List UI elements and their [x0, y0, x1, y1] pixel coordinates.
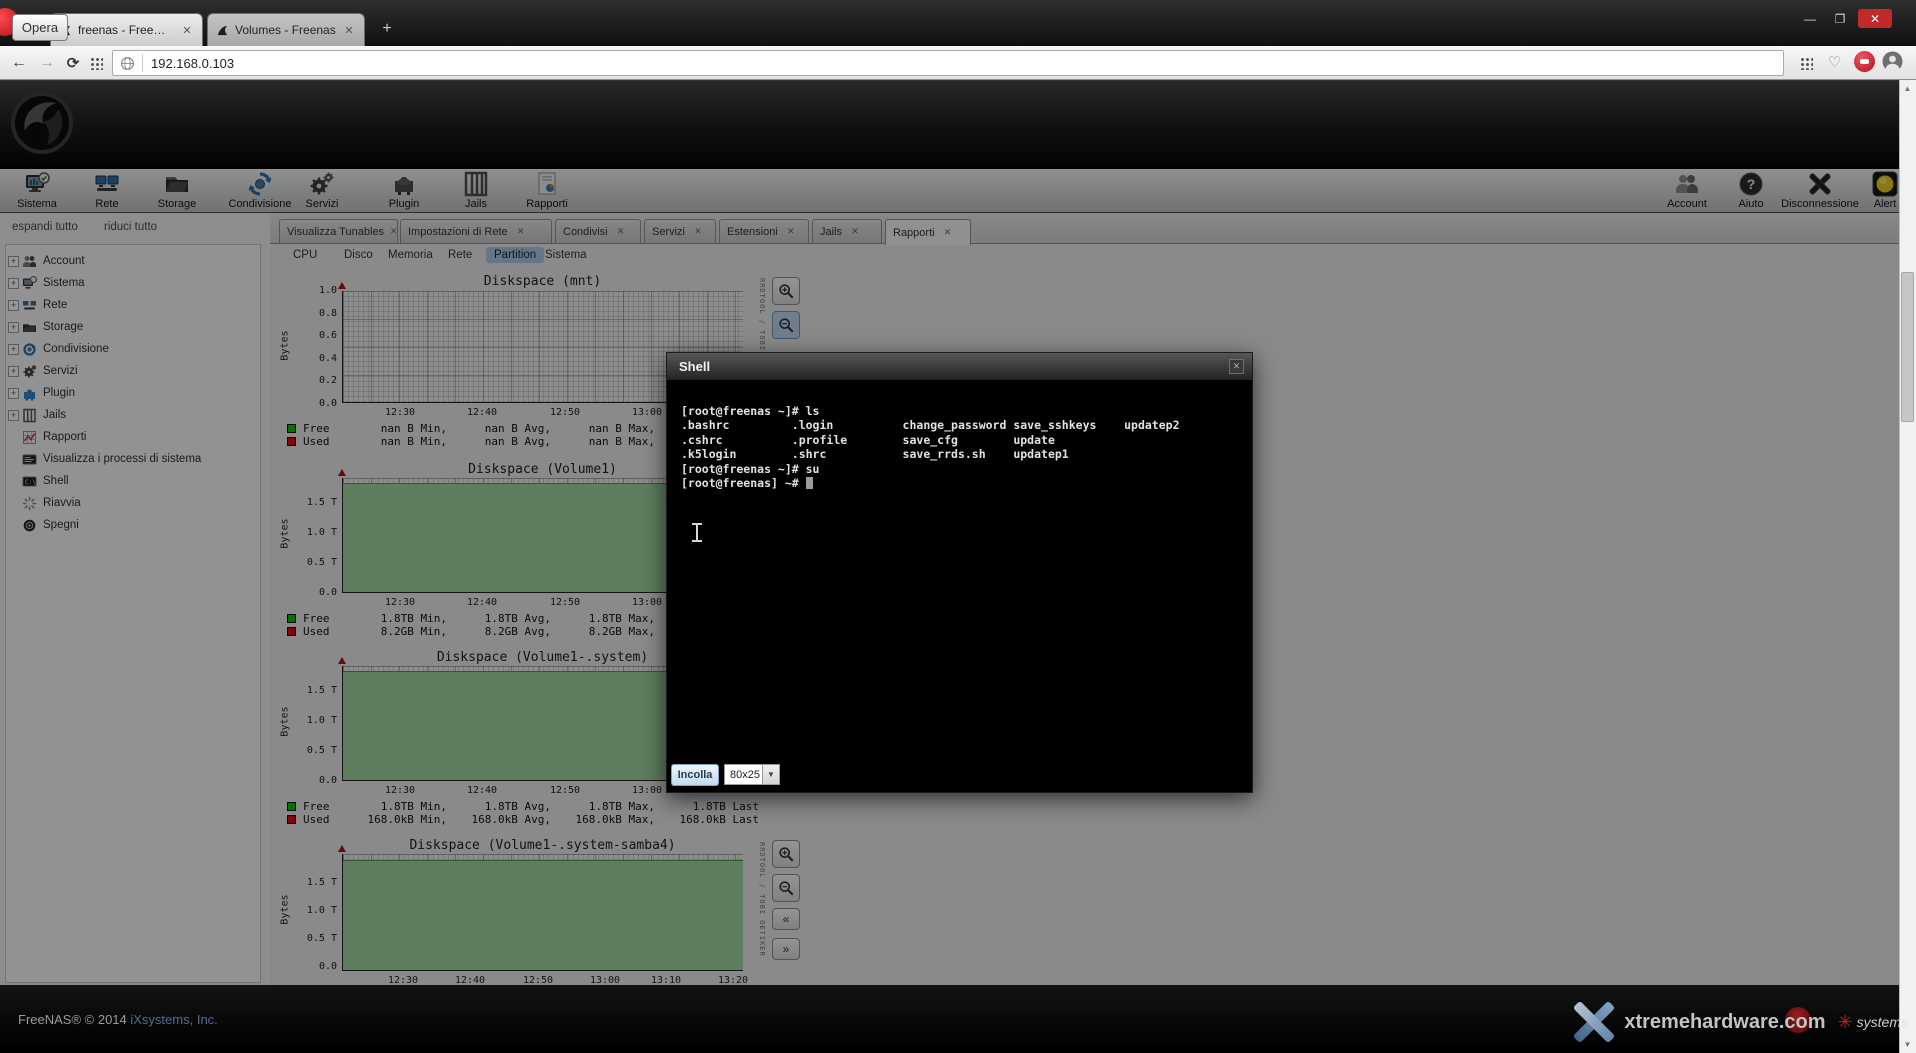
scroll-up-icon[interactable]: ▲	[1901, 84, 1914, 93]
xtremehardware-watermark: xtremehardware.com ✳ systems	[1570, 993, 1908, 1051]
browser-tab-freenas[interactable]: freenas - FreeNAS-9.2.1.5-	[50, 13, 203, 46]
terminal-prompt-line: [root@freenas] ~#	[681, 476, 1252, 490]
globe-icon	[120, 56, 135, 71]
star-icon: ✳	[1838, 1012, 1853, 1033]
chevron-down-icon[interactable]	[762, 765, 779, 784]
bookmark-heart-icon[interactable]: ♡	[1828, 53, 1841, 71]
user-profile-icon[interactable]	[1882, 51, 1903, 72]
browser-tab-volumes[interactable]: Volumes - Freenas	[207, 13, 365, 46]
opera-menu-button[interactable]: Opera	[12, 14, 68, 41]
footer-text: FreeNAS® © 2014 iXsystems, Inc.	[18, 1012, 218, 1027]
back-button[interactable]: ←	[8, 52, 30, 74]
scrollbar-thumb[interactable]	[1901, 272, 1914, 422]
terminal-line: .bashrc .login change_password save_sshk…	[681, 418, 1252, 432]
extensions-grid-icon[interactable]	[1800, 57, 1813, 70]
new-tab-button[interactable]	[376, 19, 398, 39]
screen: FreeNAS® Sistema Rete Storage	[0, 0, 1916, 1053]
vertical-scrollbar[interactable]	[1899, 80, 1916, 1053]
maximize-button[interactable]: ❐	[1827, 9, 1853, 28]
freenas-favicon	[216, 24, 229, 37]
forward-button[interactable]: →	[36, 52, 58, 74]
url-field[interactable]: 192.168.0.103	[112, 50, 1784, 76]
terminal-line: [root@freenas ~]# su	[681, 462, 1252, 476]
close-window-button[interactable]: ✕	[1858, 9, 1892, 28]
url-text: 192.168.0.103	[151, 56, 234, 71]
shell-close-icon[interactable]	[1229, 359, 1244, 374]
speed-dial-icon[interactable]	[90, 57, 103, 70]
shell-window: Shell [root@freenas ~]# ls .bashrc .logi…	[666, 352, 1253, 793]
reload-button[interactable]: ⟳	[62, 52, 84, 74]
terminal-line: [root@freenas ~]# ls	[681, 404, 1252, 418]
watermark-x-logo	[1570, 999, 1616, 1045]
opera-turbo-icon[interactable]	[1854, 51, 1875, 72]
shell-titlebar[interactable]: Shell	[667, 353, 1252, 380]
tab-close-icon[interactable]	[180, 23, 194, 37]
terminal[interactable]: [root@freenas ~]# ls .bashrc .login chan…	[667, 380, 1252, 792]
minimize-button[interactable]: —	[1797, 9, 1823, 28]
shell-window-title: Shell	[679, 359, 710, 374]
paste-button[interactable]: Incolla	[671, 764, 719, 786]
terminal-line: .k5login .shrc save_rrds.sh updatep1	[681, 447, 1252, 461]
text-cursor-pointer	[692, 523, 702, 542]
terminal-cursor	[806, 477, 813, 489]
terminal-size-select[interactable]: 80x25	[724, 764, 780, 785]
ixsystems-link[interactable]: iXsystems, Inc.	[130, 1012, 217, 1027]
tab-close-icon[interactable]	[342, 23, 356, 37]
terminal-line: .cshrc .profile save_cfg update	[681, 433, 1252, 447]
